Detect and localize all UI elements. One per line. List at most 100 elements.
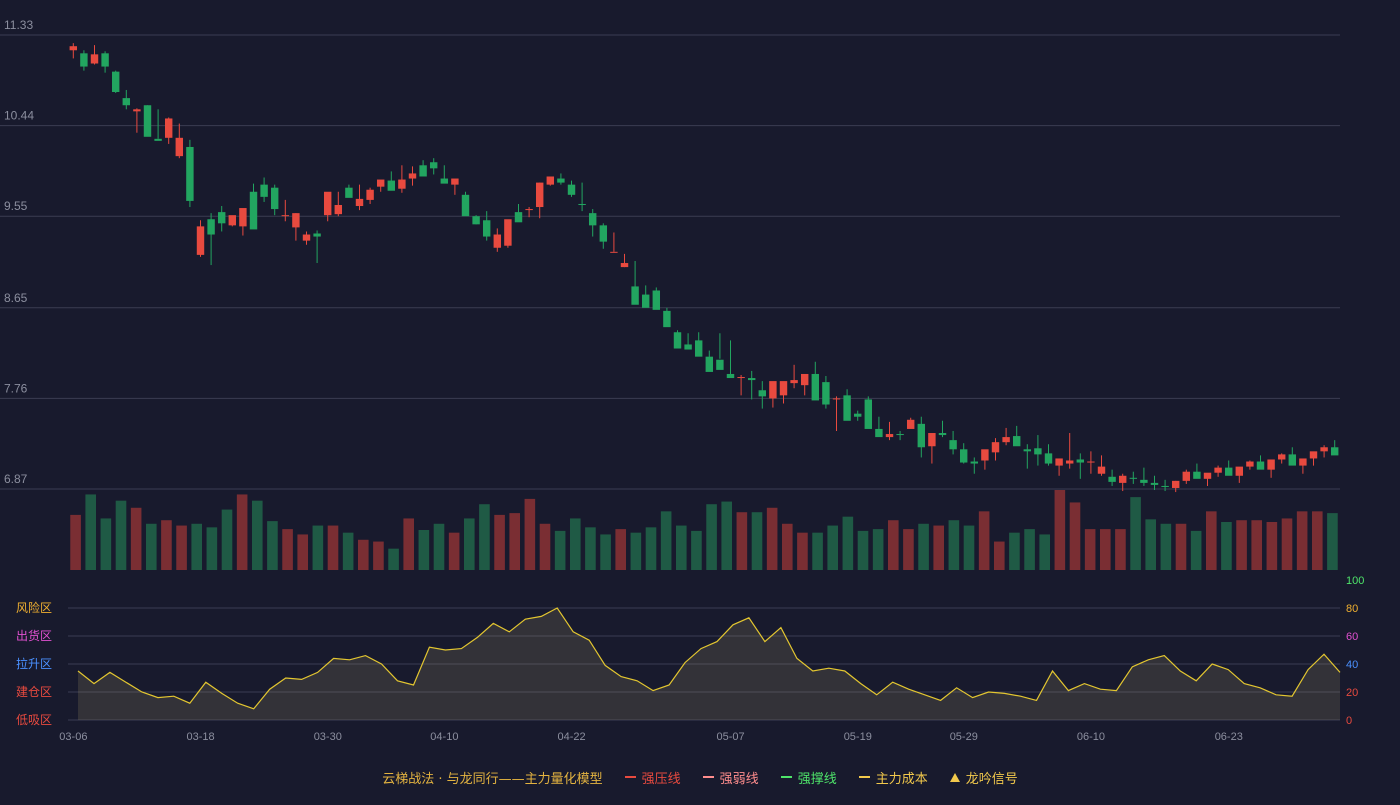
candle <box>652 287 661 310</box>
candle <box>1140 467 1148 486</box>
date-tick-label: 03-30 <box>314 731 342 743</box>
candle <box>249 183 258 230</box>
candle-body <box>472 216 480 225</box>
candle <box>122 89 131 110</box>
candle <box>800 373 809 396</box>
candle-body <box>1087 461 1095 463</box>
candle-body <box>122 98 131 106</box>
volume-bar <box>327 525 339 570</box>
volume-bar <box>600 534 611 570</box>
candle-body <box>758 390 767 397</box>
candle <box>451 178 459 195</box>
volume-bar <box>388 548 399 570</box>
candle <box>885 421 894 441</box>
candle <box>260 177 268 202</box>
candle-body <box>599 225 608 242</box>
volume-bar <box>872 529 884 570</box>
candle <box>991 438 1000 461</box>
candle-body <box>1023 449 1032 452</box>
legend-label: 主力成本 <box>875 771 928 787</box>
candle-body <box>1171 480 1180 488</box>
candle <box>769 381 777 408</box>
candle-body <box>525 209 533 211</box>
candle <box>578 182 586 212</box>
candle-body <box>652 290 661 310</box>
volume-bar <box>1190 530 1202 570</box>
legend-item-cost[interactable]: 主力成本 <box>858 768 928 787</box>
candle-body <box>896 434 904 436</box>
candle-body <box>800 373 809 386</box>
candle <box>1023 444 1032 469</box>
candle-body <box>196 226 205 255</box>
legend-label: 强弱线 <box>719 771 759 787</box>
legend-label: 强撑线 <box>797 771 837 787</box>
candle <box>323 191 332 222</box>
volume-bar <box>1205 511 1217 570</box>
candle <box>737 374 745 396</box>
candle <box>853 410 862 421</box>
solid-line-icon <box>780 776 792 778</box>
candle-body <box>154 138 162 141</box>
legend-item-support[interactable]: 强撑线 <box>780 768 837 787</box>
candle-body <box>260 184 268 197</box>
candle-body <box>461 194 470 217</box>
candle <box>917 416 926 458</box>
candle-body <box>875 428 883 438</box>
candle <box>175 123 184 159</box>
volume-bar <box>691 530 702 570</box>
volume-bar <box>1145 519 1157 570</box>
volume-bar <box>963 525 975 570</box>
candle-body <box>80 53 88 67</box>
candle <box>164 117 173 144</box>
dashed-line-icon <box>702 776 714 778</box>
candle-body <box>631 286 639 305</box>
candle-body <box>270 187 279 210</box>
candle <box>684 333 692 350</box>
volume-bar <box>448 532 460 570</box>
candle <box>387 171 396 191</box>
candle-body <box>1330 447 1339 456</box>
volume-bar <box>1039 534 1051 570</box>
price-tick-label: 11.33 <box>4 18 33 32</box>
date-tick-label: 05-19 <box>844 731 872 743</box>
candle <box>970 457 979 474</box>
candle-body <box>514 212 523 223</box>
candle <box>535 182 544 219</box>
volume-bar <box>85 494 97 570</box>
candle <box>154 109 162 141</box>
volume-bar <box>1221 522 1232 570</box>
candle-body <box>822 382 830 405</box>
candle-body <box>133 109 141 112</box>
candle <box>906 417 915 429</box>
legend-item-strength[interactable]: 强弱线 <box>702 768 759 787</box>
volume-bar <box>918 523 929 570</box>
candle-body <box>334 204 343 215</box>
candle <box>1235 466 1244 483</box>
volume-bar <box>751 512 763 570</box>
candle <box>408 166 417 186</box>
candle-body <box>1034 448 1042 455</box>
candle-body <box>90 54 99 64</box>
candle-body <box>387 180 396 191</box>
volume-bar <box>206 527 218 570</box>
candle <box>504 219 512 248</box>
legend-item-resistance[interactable]: 强压线 <box>624 768 681 787</box>
candle-body <box>970 461 979 464</box>
indicator-tick-label: 40 <box>1346 659 1358 671</box>
candle-body <box>673 332 682 349</box>
volume-bar <box>812 532 823 570</box>
candle-body <box>398 179 406 189</box>
candle <box>101 51 109 73</box>
triangle-icon <box>949 772 960 782</box>
date-tick-label: 04-22 <box>558 731 586 743</box>
candle-body <box>546 176 555 185</box>
candle-body <box>239 208 247 227</box>
candle <box>472 215 480 225</box>
candle-body <box>535 182 544 208</box>
candle-body <box>906 419 915 429</box>
volume-bar <box>479 504 490 570</box>
legend-item-signal[interactable]: 龙吟信号 <box>949 768 1018 787</box>
candle-body <box>440 178 449 184</box>
volume-bar <box>509 513 521 570</box>
candle <box>694 332 703 357</box>
